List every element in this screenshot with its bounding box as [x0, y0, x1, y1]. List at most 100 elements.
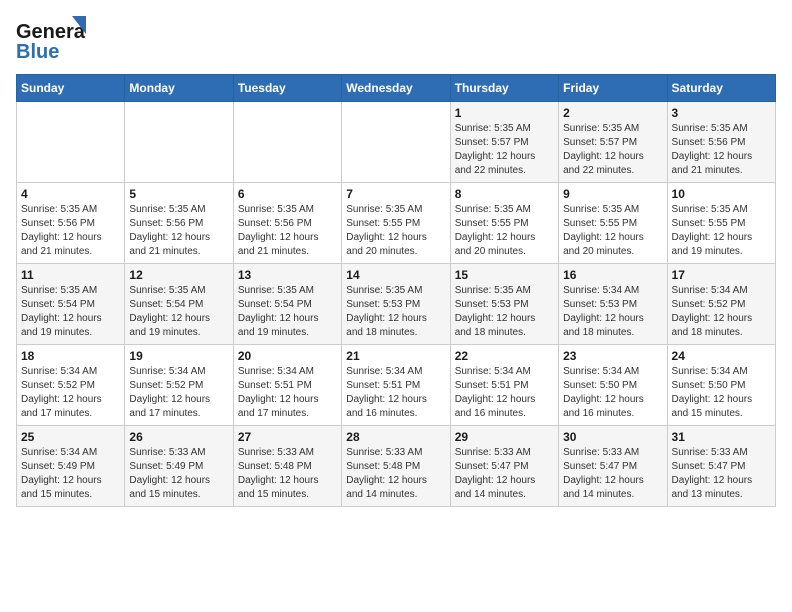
day-number: 23 — [563, 349, 662, 363]
day-info: Sunrise: 5:33 AM Sunset: 5:47 PM Dayligh… — [563, 446, 662, 502]
calendar-table: SundayMondayTuesdayWednesdayThursdayFrid… — [16, 74, 776, 507]
calendar-week-row: 11 Sunrise: 5:35 AM Sunset: 5:54 PM Dayli… — [17, 264, 776, 345]
day-info: Sunrise: 5:33 AM Sunset: 5:49 PM Dayligh… — [129, 446, 228, 502]
day-info: Sunrise: 5:34 AM Sunset: 5:53 PM Dayligh… — [563, 284, 662, 340]
calendar-cell: 16 Sunrise: 5:34 AM Sunset: 5:53 PM Dayli… — [559, 264, 667, 345]
day-info: Sunrise: 5:35 AM Sunset: 5:54 PM Dayligh… — [238, 284, 337, 340]
calendar-cell: 26 Sunrise: 5:33 AM Sunset: 5:49 PM Dayli… — [125, 426, 233, 507]
calendar-cell: 22 Sunrise: 5:34 AM Sunset: 5:51 PM Dayli… — [450, 345, 558, 426]
calendar-cell — [233, 102, 341, 183]
day-info: Sunrise: 5:35 AM Sunset: 5:53 PM Dayligh… — [346, 284, 445, 340]
day-info: Sunrise: 5:33 AM Sunset: 5:47 PM Dayligh… — [672, 446, 771, 502]
calendar-cell: 15 Sunrise: 5:35 AM Sunset: 5:53 PM Dayli… — [450, 264, 558, 345]
day-number: 26 — [129, 430, 228, 444]
logo: GeneralBlue — [16, 16, 86, 66]
day-number: 3 — [672, 106, 771, 120]
day-info: Sunrise: 5:33 AM Sunset: 5:48 PM Dayligh… — [346, 446, 445, 502]
day-info: Sunrise: 5:35 AM Sunset: 5:55 PM Dayligh… — [672, 203, 771, 259]
calendar-cell: 17Sunrise: 5:34 AM Sunset: 5:52 PM Dayli… — [667, 264, 775, 345]
calendar-cell: 30 Sunrise: 5:33 AM Sunset: 5:47 PM Dayli… — [559, 426, 667, 507]
day-number: 29 — [455, 430, 554, 444]
day-number: 1 — [455, 106, 554, 120]
day-info: Sunrise: 5:34 AM Sunset: 5:50 PM Dayligh… — [563, 365, 662, 421]
day-number: 12 — [129, 268, 228, 282]
weekday-header: Tuesday — [233, 75, 341, 102]
calendar-week-row: 25 Sunrise: 5:34 AM Sunset: 5:49 PM Dayli… — [17, 426, 776, 507]
day-info: Sunrise: 5:34 AM Sunset: 5:51 PM Dayligh… — [238, 365, 337, 421]
day-number: 20 — [238, 349, 337, 363]
day-number: 19 — [129, 349, 228, 363]
svg-text:General: General — [16, 21, 86, 43]
calendar-cell: 25 Sunrise: 5:34 AM Sunset: 5:49 PM Dayli… — [17, 426, 125, 507]
day-info: Sunrise: 5:34 AM Sunset: 5:52 PM Dayligh… — [21, 365, 120, 421]
calendar-cell — [342, 102, 450, 183]
calendar-cell: 31 Sunrise: 5:33 AM Sunset: 5:47 PM Dayli… — [667, 426, 775, 507]
calendar-cell: 21Sunrise: 5:34 AM Sunset: 5:51 PM Dayli… — [342, 345, 450, 426]
day-number: 8 — [455, 187, 554, 201]
day-info: Sunrise: 5:34 AM Sunset: 5:52 PM Dayligh… — [129, 365, 228, 421]
calendar-cell: 3 Sunrise: 5:35 AM Sunset: 5:56 PM Daylig… — [667, 102, 775, 183]
calendar-cell: 2Sunrise: 5:35 AM Sunset: 5:57 PM Daylig… — [559, 102, 667, 183]
day-number: 11 — [21, 268, 120, 282]
day-number: 15 — [455, 268, 554, 282]
calendar-week-row: 1 Sunrise: 5:35 AM Sunset: 5:57 PM Daylig… — [17, 102, 776, 183]
day-info: Sunrise: 5:34 AM Sunset: 5:49 PM Dayligh… — [21, 446, 120, 502]
day-number: 24 — [672, 349, 771, 363]
logo-icon: GeneralBlue — [16, 16, 86, 66]
calendar-cell: 9 Sunrise: 5:35 AM Sunset: 5:55 PM Daylig… — [559, 183, 667, 264]
day-info: Sunrise: 5:35 AM Sunset: 5:57 PM Dayligh… — [455, 122, 554, 178]
calendar-cell: 6 Sunrise: 5:35 AM Sunset: 5:56 PM Daylig… — [233, 183, 341, 264]
day-info: Sunrise: 5:35 AM Sunset: 5:54 PM Dayligh… — [21, 284, 120, 340]
day-info: Sunrise: 5:34 AM Sunset: 5:50 PM Dayligh… — [672, 365, 771, 421]
weekday-header: Sunday — [17, 75, 125, 102]
day-number: 16 — [563, 268, 662, 282]
day-number: 4 — [21, 187, 120, 201]
day-number: 31 — [672, 430, 771, 444]
day-info: Sunrise: 5:34 AM Sunset: 5:51 PM Dayligh… — [455, 365, 554, 421]
calendar-cell: 12Sunrise: 5:35 AM Sunset: 5:54 PM Dayli… — [125, 264, 233, 345]
calendar-cell: 27 Sunrise: 5:33 AM Sunset: 5:48 PM Dayli… — [233, 426, 341, 507]
day-info: Sunrise: 5:35 AM Sunset: 5:53 PM Dayligh… — [455, 284, 554, 340]
calendar-week-row: 4 Sunrise: 5:35 AM Sunset: 5:56 PM Daylig… — [17, 183, 776, 264]
page-header: GeneralBlue — [16, 16, 776, 66]
day-info: Sunrise: 5:34 AM Sunset: 5:51 PM Dayligh… — [346, 365, 445, 421]
day-number: 10 — [672, 187, 771, 201]
day-info: Sunrise: 5:35 AM Sunset: 5:56 PM Dayligh… — [21, 203, 120, 259]
calendar-cell: 23 Sunrise: 5:34 AM Sunset: 5:50 PM Dayli… — [559, 345, 667, 426]
calendar-cell: 18 Sunrise: 5:34 AM Sunset: 5:52 PM Dayli… — [17, 345, 125, 426]
calendar-header-row: SundayMondayTuesdayWednesdayThursdayFrid… — [17, 75, 776, 102]
calendar-cell: 4 Sunrise: 5:35 AM Sunset: 5:56 PM Daylig… — [17, 183, 125, 264]
day-info: Sunrise: 5:35 AM Sunset: 5:55 PM Dayligh… — [346, 203, 445, 259]
day-number: 18 — [21, 349, 120, 363]
calendar-cell: 19 Sunrise: 5:34 AM Sunset: 5:52 PM Dayli… — [125, 345, 233, 426]
weekday-header: Monday — [125, 75, 233, 102]
day-number: 28 — [346, 430, 445, 444]
day-number: 30 — [563, 430, 662, 444]
day-info: Sunrise: 5:35 AM Sunset: 5:56 PM Dayligh… — [238, 203, 337, 259]
calendar-cell: 29 Sunrise: 5:33 AM Sunset: 5:47 PM Dayli… — [450, 426, 558, 507]
weekday-header: Wednesday — [342, 75, 450, 102]
calendar-cell: 5 Sunrise: 5:35 AM Sunset: 5:56 PM Daylig… — [125, 183, 233, 264]
day-info: Sunrise: 5:33 AM Sunset: 5:48 PM Dayligh… — [238, 446, 337, 502]
day-number: 5 — [129, 187, 228, 201]
calendar-cell — [17, 102, 125, 183]
calendar-cell: 11 Sunrise: 5:35 AM Sunset: 5:54 PM Dayli… — [17, 264, 125, 345]
calendar-cell: 24 Sunrise: 5:34 AM Sunset: 5:50 PM Dayli… — [667, 345, 775, 426]
day-info: Sunrise: 5:33 AM Sunset: 5:47 PM Dayligh… — [455, 446, 554, 502]
calendar-cell: 13Sunrise: 5:35 AM Sunset: 5:54 PM Dayli… — [233, 264, 341, 345]
day-number: 9 — [563, 187, 662, 201]
day-number: 17 — [672, 268, 771, 282]
calendar-cell: 28 Sunrise: 5:33 AM Sunset: 5:48 PM Dayli… — [342, 426, 450, 507]
day-info: Sunrise: 5:35 AM Sunset: 5:57 PM Dayligh… — [563, 122, 662, 178]
day-number: 22 — [455, 349, 554, 363]
day-number: 6 — [238, 187, 337, 201]
calendar-cell: 14Sunrise: 5:35 AM Sunset: 5:53 PM Dayli… — [342, 264, 450, 345]
day-number: 27 — [238, 430, 337, 444]
svg-text:Blue: Blue — [16, 41, 59, 63]
day-info: Sunrise: 5:35 AM Sunset: 5:55 PM Dayligh… — [563, 203, 662, 259]
day-info: Sunrise: 5:35 AM Sunset: 5:56 PM Dayligh… — [672, 122, 771, 178]
day-number: 25 — [21, 430, 120, 444]
weekday-header: Friday — [559, 75, 667, 102]
day-info: Sunrise: 5:35 AM Sunset: 5:56 PM Dayligh… — [129, 203, 228, 259]
calendar-cell: 7Sunrise: 5:35 AM Sunset: 5:55 PM Daylig… — [342, 183, 450, 264]
